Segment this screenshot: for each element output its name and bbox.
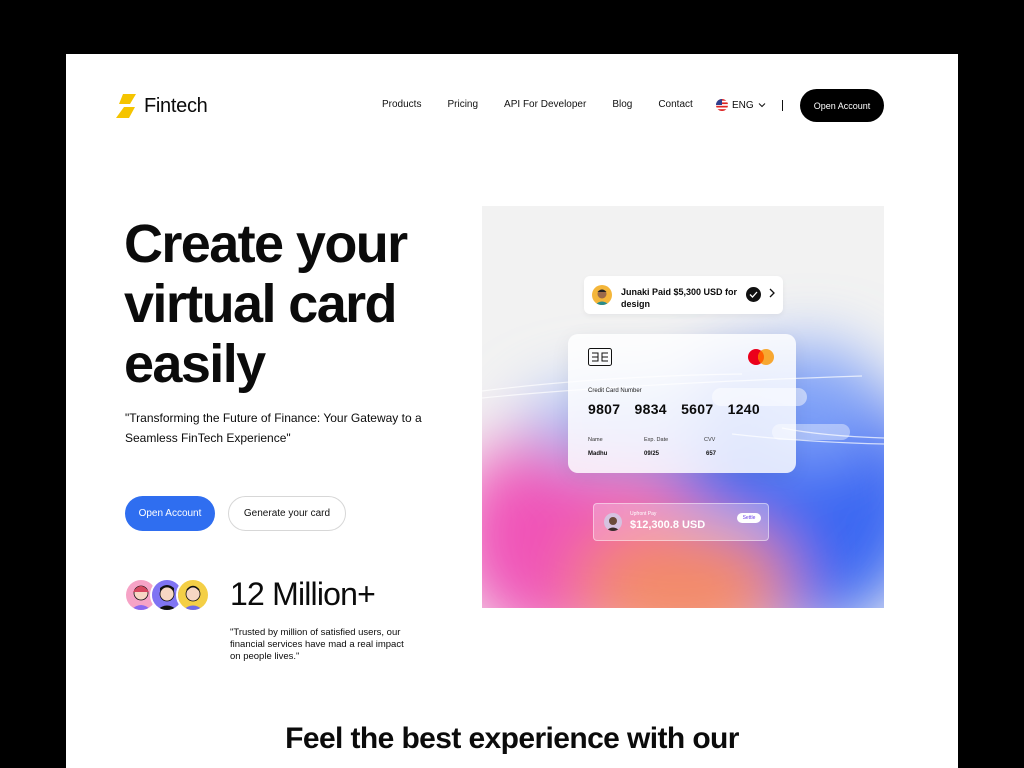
user-avatars: [124, 578, 210, 612]
card-exp-label: Exp. Date: [644, 437, 669, 443]
pay-label: Upfront Pay: [630, 511, 657, 517]
avatar: [604, 513, 622, 531]
card-cvv-value: 657: [706, 451, 717, 457]
hero-title-line: virtual card: [124, 274, 398, 334]
payment-notification[interactable]: Junaki Paid $5,300 USD for design: [584, 276, 783, 314]
generate-card-button[interactable]: Generate your card: [228, 496, 346, 531]
us-flag-icon: [716, 99, 728, 111]
avatar: [176, 578, 210, 612]
card-name-value: Madhu: [588, 451, 608, 457]
card-cvv-label: CVV: [704, 437, 716, 443]
heading-part: best experience: [401, 722, 620, 755]
avatar: [592, 285, 612, 305]
check-icon: [746, 287, 761, 302]
settle-button[interactable]: Settle: [737, 513, 761, 523]
notification-text: Junaki Paid $5,300 USD for design: [621, 287, 738, 309]
heading-part: our: [692, 722, 739, 755]
language-selector[interactable]: ENG: [716, 99, 766, 111]
language-label: ENG: [732, 99, 754, 111]
card-name-label: Name: [588, 437, 603, 443]
card-exp-value: 09/25: [644, 451, 660, 457]
heading-part: with: [619, 722, 693, 755]
chevron-down-icon: [758, 103, 766, 108]
card-number-label: Credit Card Number: [588, 388, 642, 394]
virtual-credit-card[interactable]: Credit Card Number 9807 9834 5607 1240 N…: [568, 334, 796, 473]
open-account-button[interactable]: Open Account: [125, 496, 215, 531]
pay-amount: $12,300.8 USD: [630, 519, 706, 531]
hero-title-line: Create your: [124, 214, 408, 274]
section-heading: Feel the best experience with our: [66, 722, 958, 756]
header-divider: [782, 100, 783, 111]
hero-visual: Junaki Paid $5,300 USD for design Credit…: [482, 206, 884, 608]
brand-name: Fintech: [144, 94, 208, 117]
chevron-right-icon[interactable]: [768, 288, 776, 301]
nav-item-products[interactable]: Products: [382, 99, 421, 110]
hero-title: Create your virtual card easily: [124, 214, 464, 394]
mastercard-icon: [748, 349, 774, 365]
landing-page: Fintech Products Pricing API For Develop…: [66, 54, 958, 768]
brand-logo[interactable]: Fintech: [116, 94, 208, 118]
users-count: 12 Million+: [230, 576, 376, 612]
hero-title-line: easily: [124, 334, 266, 394]
nav-item-contact[interactable]: Contact: [658, 99, 692, 110]
upfront-pay-widget: Upfront Pay $12,300.8 USD Settle: [593, 503, 769, 541]
users-description: "Trusted by million of satisfied users, …: [230, 627, 404, 662]
main-nav: Products Pricing API For Developer Blog …: [382, 99, 693, 110]
card-number: 9807 9834 5607 1240: [588, 401, 760, 417]
nav-item-blog[interactable]: Blog: [612, 99, 632, 110]
bolt-logo-icon: [116, 94, 136, 118]
header-open-account-button[interactable]: Open Account: [800, 89, 884, 122]
nav-item-api[interactable]: API For Developer: [504, 99, 586, 110]
hero-subtitle: "Transforming the Future of Finance: You…: [125, 411, 422, 445]
nav-item-pricing[interactable]: Pricing: [447, 99, 478, 110]
card-chip-icon: [588, 348, 612, 366]
heading-part: Feel the: [285, 722, 402, 755]
